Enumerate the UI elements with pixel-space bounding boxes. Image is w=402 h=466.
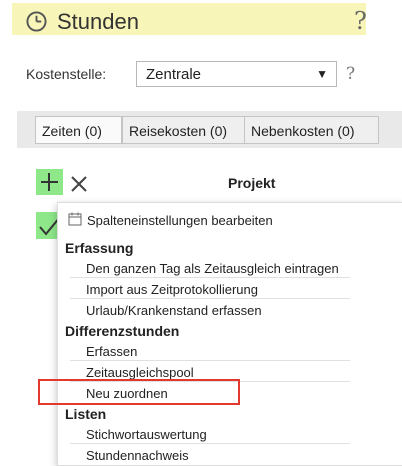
menu-item-urlaub-krankenstand[interactable]: Urlaub/Krankenstand erfassen bbox=[86, 303, 262, 318]
help-icon[interactable]: ? bbox=[354, 7, 367, 35]
tab-nebenkosten[interactable]: Nebenkosten (0) bbox=[244, 116, 379, 144]
kostenstelle-select[interactable]: Zentrale ▼ bbox=[136, 61, 337, 87]
tab-zeiten[interactable]: Zeiten (0) bbox=[35, 116, 122, 144]
page-header: Stunden ? bbox=[12, 3, 367, 35]
menu-divider bbox=[70, 360, 350, 361]
menu-item-stundennachweis[interactable]: Stundennachweis bbox=[86, 448, 189, 463]
calendar-icon bbox=[68, 212, 82, 226]
menu-divider bbox=[70, 298, 350, 299]
menu-item-import-zeitprotokollierung[interactable]: Import aus Zeitprotokollierung bbox=[86, 282, 258, 297]
kostenstelle-value: Zentrale bbox=[146, 66, 202, 83]
tab-bar: Zeiten (0) Reisekosten (0) Nebenkosten (… bbox=[17, 111, 402, 148]
close-icon[interactable] bbox=[68, 174, 90, 194]
add-button[interactable] bbox=[36, 169, 63, 195]
menu-section-erfassung: Erfassung bbox=[65, 240, 134, 256]
menu-section-differenzstunden: Differenzstunden bbox=[65, 323, 180, 339]
kostenstelle-label: Kostenstelle: bbox=[26, 66, 107, 82]
menu-item-stichwortauswertung[interactable]: Stichwortauswertung bbox=[86, 427, 207, 442]
clock-icon bbox=[26, 11, 47, 32]
highlight-box bbox=[38, 379, 240, 405]
menu-divider bbox=[70, 277, 350, 278]
column-header-projekt[interactable]: Projekt bbox=[228, 175, 275, 191]
menu-divider bbox=[70, 443, 350, 444]
menu-item-erfassen[interactable]: Erfassen bbox=[86, 344, 137, 359]
menu-item-spalteneinstellungen[interactable]: Spalteneinstellungen bearbeiten bbox=[87, 213, 273, 228]
menu-item-zeitausgleichspool[interactable]: Zeitausgleichspool bbox=[86, 365, 194, 380]
menu-section-listen: Listen bbox=[65, 406, 107, 422]
context-menu: Spalteneinstellungen bearbeiten Erfassun… bbox=[57, 202, 402, 466]
page-title: Stunden bbox=[57, 9, 139, 34]
tab-reisekosten[interactable]: Reisekosten (0) bbox=[122, 116, 246, 144]
kostenstelle-help-icon[interactable]: ? bbox=[346, 64, 355, 84]
menu-item-ganzer-tag-zeitausgleich[interactable]: Den ganzen Tag als Zeitausgleich eintrag… bbox=[86, 261, 339, 276]
dropdown-arrow-icon: ▼ bbox=[316, 67, 328, 81]
